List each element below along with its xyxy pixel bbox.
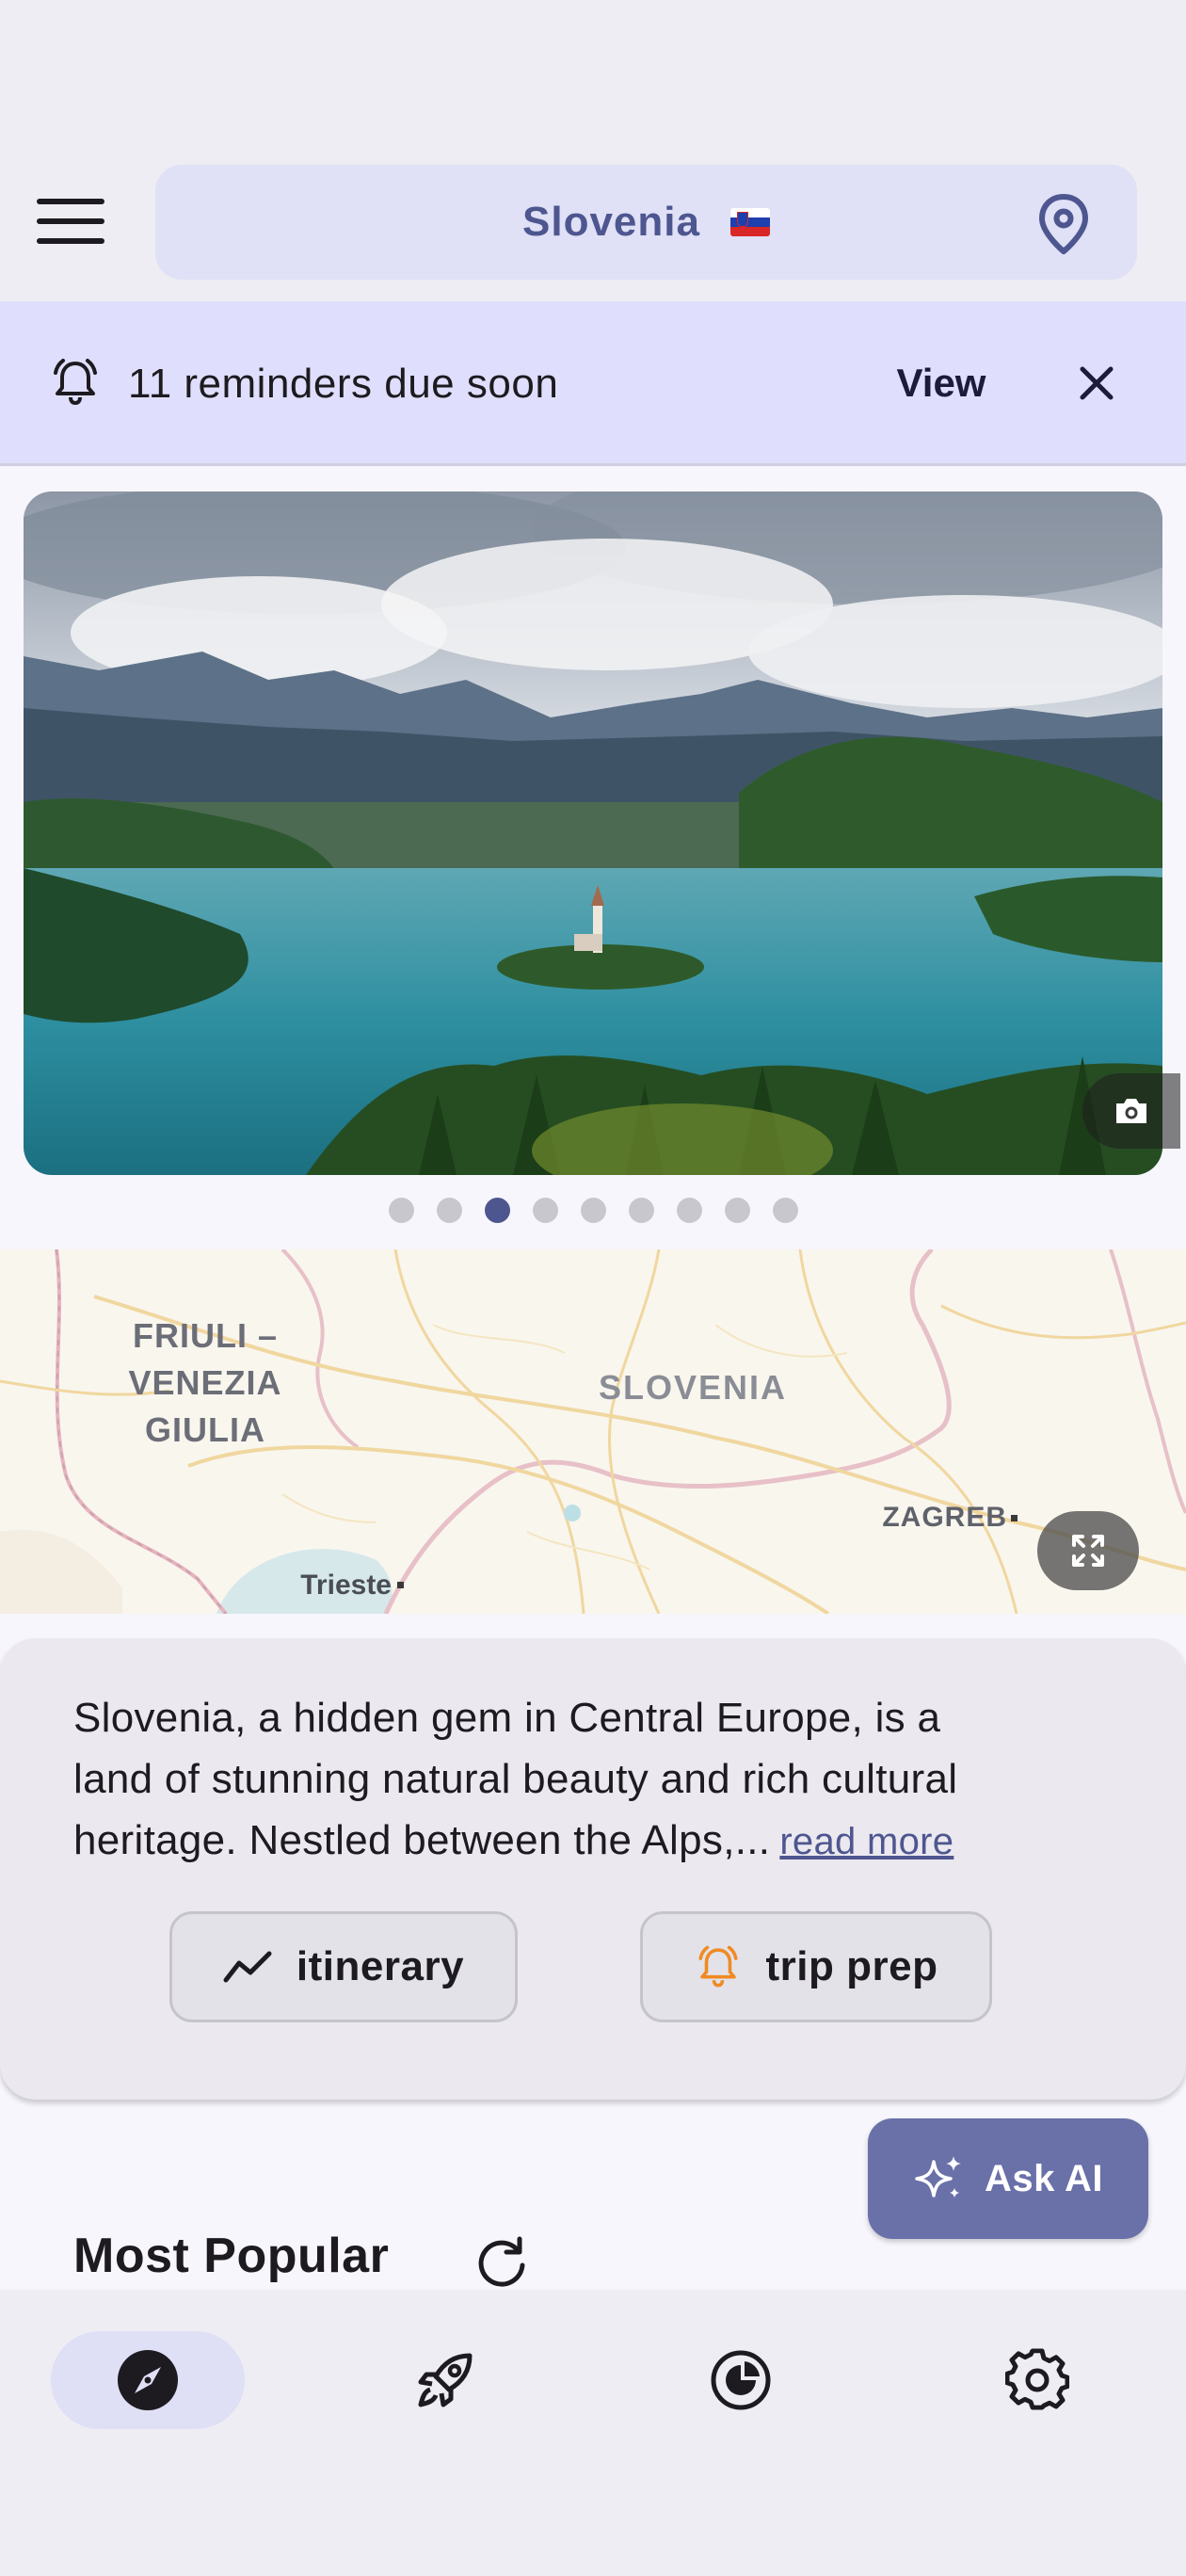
destination-title: Slovenia bbox=[522, 199, 700, 245]
map-label-region: GIULIA bbox=[145, 1410, 265, 1449]
dismiss-banner-button[interactable] bbox=[1064, 350, 1130, 416]
photo-credit-button[interactable] bbox=[1082, 1073, 1180, 1149]
description-line: land of stunning natural beauty and rich… bbox=[73, 1756, 958, 1802]
ask-ai-button[interactable]: Ask AI bbox=[868, 2118, 1148, 2239]
fullscreen-icon bbox=[1072, 1535, 1104, 1567]
gallery-dot[interactable] bbox=[772, 1198, 798, 1223]
gallery-dot[interactable] bbox=[676, 1198, 702, 1223]
refresh-button[interactable] bbox=[471, 2231, 533, 2294]
gear-icon bbox=[1005, 2348, 1069, 2410]
map-canvas: FRIULI – VENEZIA GIULIA SLOVENIA ZAGREB … bbox=[0, 1249, 1186, 1614]
map-label-country: SLOVENIA bbox=[599, 1368, 787, 1407]
camera-icon bbox=[1116, 1099, 1146, 1123]
trending-line-icon bbox=[223, 1951, 272, 1983]
slovenia-flag-icon bbox=[729, 208, 770, 236]
lake-landscape-image bbox=[24, 491, 1162, 1175]
bell-icon bbox=[54, 359, 97, 406]
map-label-region: FRIULI – bbox=[133, 1316, 278, 1355]
gallery-dot[interactable] bbox=[532, 1198, 558, 1223]
gallery-dot[interactable] bbox=[388, 1198, 414, 1223]
destination-description: Slovenia, a hidden gem in Central Europe… bbox=[73, 1687, 1118, 1873]
compass-icon bbox=[118, 2350, 178, 2410]
trip-prep-label: trip prep bbox=[765, 1943, 938, 1989]
gallery-dot[interactable] bbox=[484, 1198, 510, 1223]
map-label-city: ZAGREB bbox=[882, 1502, 1007, 1533]
map-label-region: VENEZIA bbox=[128, 1363, 281, 1402]
nav-explore[interactable] bbox=[51, 2331, 245, 2429]
menu-button[interactable] bbox=[28, 188, 113, 254]
close-icon bbox=[1080, 366, 1114, 400]
pie-chart-icon bbox=[711, 2350, 771, 2410]
description-line: heritage. Nestled between the Alps,... bbox=[73, 1817, 771, 1863]
rocket-icon bbox=[418, 2353, 473, 2407]
gallery-dot[interactable] bbox=[628, 1198, 654, 1223]
sparkles-icon bbox=[915, 2156, 961, 2198]
destination-map[interactable]: FRIULI – VENEZIA GIULIA SLOVENIA ZAGREB … bbox=[0, 1249, 1186, 1614]
location-button[interactable] bbox=[1026, 186, 1101, 262]
refresh-icon bbox=[478, 2236, 525, 2287]
nav-settings[interactable] bbox=[940, 2331, 1134, 2429]
destination-photo[interactable] bbox=[24, 491, 1162, 1175]
nav-stats[interactable] bbox=[644, 2331, 838, 2429]
gallery-dot[interactable] bbox=[436, 1198, 462, 1223]
alarm-bell-icon bbox=[697, 1945, 738, 1988]
hamburger-menu-icon bbox=[37, 199, 104, 244]
ask-ai-label: Ask AI bbox=[984, 2157, 1103, 2199]
description-line: Slovenia, a hidden gem in Central Europe… bbox=[73, 1695, 941, 1741]
view-reminders-button[interactable]: View bbox=[875, 350, 1007, 416]
itinerary-label: itinerary bbox=[296, 1943, 465, 1989]
section-title: Most Popular bbox=[73, 2229, 390, 2283]
reminder-text: 11 reminders due soon bbox=[128, 361, 559, 407]
gallery-dot[interactable] bbox=[580, 1198, 606, 1223]
read-more-link[interactable]: read more bbox=[779, 1821, 954, 1862]
map-fullscreen-button[interactable] bbox=[1037, 1511, 1139, 1590]
nav-trips[interactable] bbox=[348, 2331, 542, 2429]
gallery-dot[interactable] bbox=[724, 1198, 750, 1223]
destination-search-bar[interactable]: Slovenia bbox=[155, 165, 1137, 280]
map-pin-icon bbox=[1039, 194, 1088, 254]
map-label-city: Trieste bbox=[300, 1570, 392, 1601]
gallery-pagination bbox=[0, 1198, 1186, 1226]
status-bar bbox=[0, 0, 1186, 141]
trip-prep-button[interactable]: trip prep bbox=[640, 1911, 992, 2022]
itinerary-button[interactable]: itinerary bbox=[169, 1911, 518, 2022]
